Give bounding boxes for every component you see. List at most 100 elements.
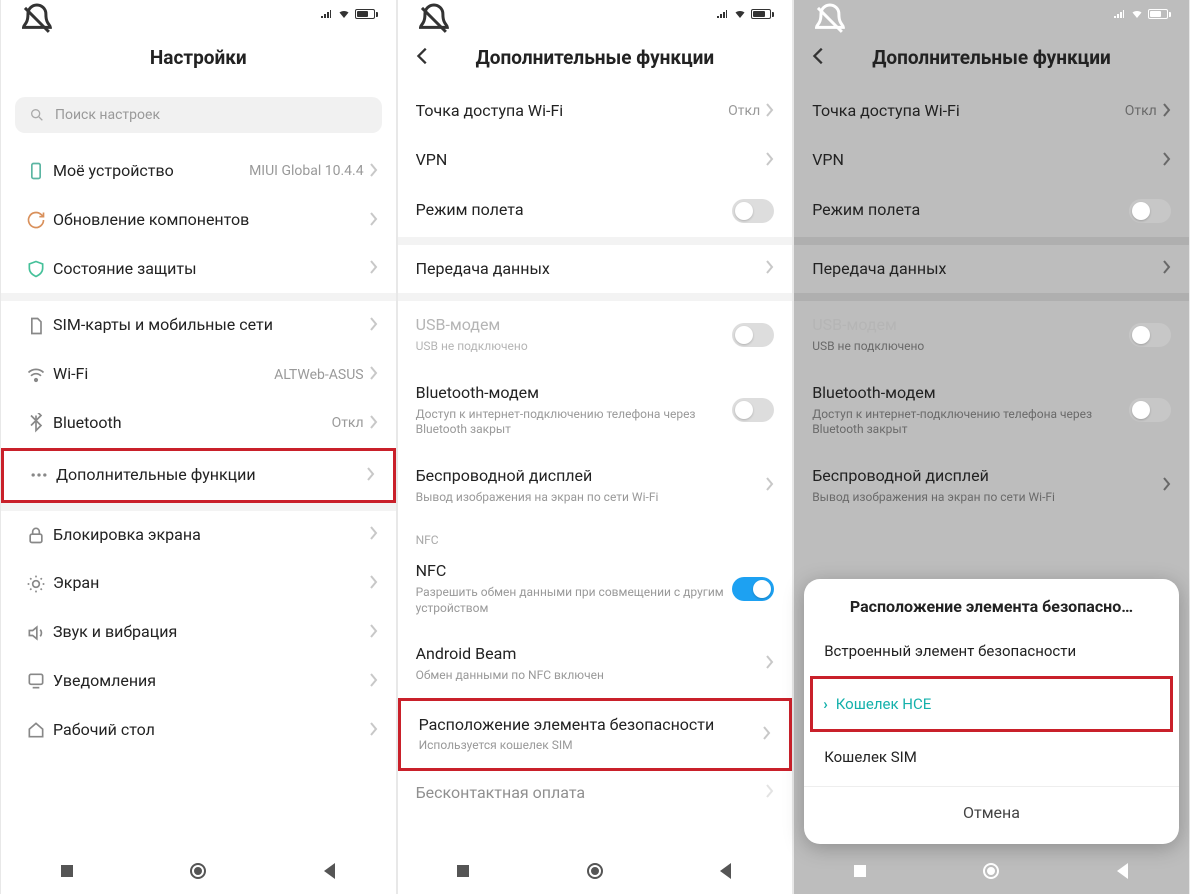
sheet-option[interactable]: Встроенный элемент безопасности bbox=[804, 626, 1179, 676]
chevron-icon bbox=[370, 259, 378, 278]
row-label: Wi-Fi bbox=[53, 364, 274, 385]
row-sub: Обмен данными по NFC включен bbox=[416, 668, 767, 684]
row-label: Передача данных bbox=[812, 259, 1163, 280]
toggle[interactable] bbox=[732, 398, 774, 422]
row-label: Беспроводной дисплей bbox=[812, 466, 1163, 487]
nav-back[interactable] bbox=[1111, 859, 1135, 883]
sheet-cancel[interactable]: Отмена bbox=[804, 786, 1179, 838]
row-label: Bluetooth-модем bbox=[812, 383, 1129, 404]
nav-back[interactable] bbox=[318, 859, 342, 883]
sheet-option[interactable]: Кошелек HCE bbox=[813, 679, 1170, 729]
row-value: Откл bbox=[1125, 103, 1157, 119]
back-button[interactable] bbox=[412, 45, 434, 71]
chevron-icon bbox=[766, 259, 774, 278]
row-shield[interactable]: Состояние защиты bbox=[1, 245, 396, 294]
screen-additional-functions: 16:54 Дополнительные функции Точка досту… bbox=[397, 0, 794, 894]
row-bluetooth[interactable]: Bluetooth Откл bbox=[1, 399, 396, 448]
row-режим-полета[interactable]: Режим полета bbox=[398, 185, 793, 237]
row-notif2[interactable]: Уведомления bbox=[1, 657, 396, 706]
row-sound[interactable]: Звук и вибрация bbox=[1, 608, 396, 657]
row-label: Точка доступа Wi-Fi bbox=[416, 101, 729, 122]
row-update[interactable]: Обновление компонентов bbox=[1, 196, 396, 245]
toggle[interactable] bbox=[732, 323, 774, 347]
battery-icon bbox=[355, 9, 378, 19]
back-button[interactable] bbox=[808, 45, 830, 71]
search-placeholder: Поиск настроек bbox=[55, 107, 160, 123]
chevron-icon bbox=[763, 725, 771, 744]
home-icon bbox=[19, 720, 53, 740]
row-sub: Доступ к интернет-подключению телефона ч… bbox=[416, 407, 733, 438]
toggle[interactable] bbox=[1129, 398, 1171, 422]
row-label: Звук и вибрация bbox=[53, 622, 370, 643]
row-беспроводной-дисплей[interactable]: Беспроводной дисплейВывод изображения на… bbox=[794, 452, 1189, 519]
chevron-icon bbox=[1163, 102, 1171, 121]
nav-back[interactable] bbox=[714, 859, 738, 883]
toggle[interactable] bbox=[732, 577, 774, 601]
row-точка-доступа-wi-fi[interactable]: Точка доступа Wi-Fi Откл bbox=[398, 87, 793, 136]
nav-recent[interactable] bbox=[451, 859, 475, 883]
row-передача-данных[interactable]: Передача данных bbox=[794, 245, 1189, 294]
row-label: Экран bbox=[53, 573, 370, 594]
row-режим-полета[interactable]: Режим полета bbox=[794, 185, 1189, 237]
search-input[interactable]: Поиск настроек bbox=[15, 97, 382, 133]
row-беспроводной-дисплей[interactable]: Беспроводной дисплейВывод изображения на… bbox=[398, 452, 793, 519]
row-vpn[interactable]: VPN bbox=[398, 136, 793, 185]
row-nfc[interactable]: NFCРазрешить обмен данными при совмещени… bbox=[398, 547, 793, 630]
chevron-icon bbox=[766, 654, 774, 673]
row-label: Состояние защиты bbox=[53, 259, 370, 280]
chevron-icon bbox=[370, 211, 378, 230]
row-label: Расположение элемента безопасности bbox=[419, 715, 764, 736]
nav-home[interactable] bbox=[186, 859, 210, 883]
nav-recent[interactable] bbox=[848, 859, 872, 883]
chevron-icon bbox=[370, 623, 378, 642]
status-icons bbox=[1112, 8, 1171, 20]
row-bluetooth-модем[interactable]: Bluetooth-модемДоступ к интернет-подключ… bbox=[794, 369, 1189, 452]
shield-icon bbox=[19, 259, 53, 279]
row-передача-данных[interactable]: Передача данных bbox=[398, 245, 793, 294]
row-label: USB-модем bbox=[812, 315, 1129, 336]
row-label: SIM-карты и мобильные сети bbox=[53, 315, 370, 336]
battery-icon bbox=[1148, 9, 1171, 19]
row-бесконтактная-оплата[interactable]: Бесконтактная оплата bbox=[398, 771, 793, 801]
row-android-beam[interactable]: Android BeamОбмен данными по NFC включен bbox=[398, 630, 793, 697]
nav-home[interactable] bbox=[979, 859, 1003, 883]
sheet-option[interactable]: Кошелек SIM bbox=[804, 732, 1179, 782]
chevron-icon bbox=[1163, 259, 1171, 278]
status-bar: 16:54 bbox=[1, 0, 396, 28]
chevron-icon bbox=[370, 721, 378, 740]
row-usb-модем[interactable]: USB-модемUSB не подключено bbox=[398, 301, 793, 368]
chevron-icon bbox=[370, 365, 378, 384]
row-расположение-элемента-безопасности[interactable]: Расположение элемента безопасностиИсполь… bbox=[398, 698, 793, 771]
chevron-icon bbox=[766, 783, 774, 801]
toggle[interactable] bbox=[1129, 323, 1171, 347]
device-icon bbox=[19, 161, 53, 181]
row-display[interactable]: Экран bbox=[1, 559, 396, 608]
row-label: Bluetooth bbox=[53, 413, 332, 434]
lock-icon bbox=[19, 525, 53, 545]
nav-bar bbox=[1, 848, 396, 894]
row-bluetooth-модем[interactable]: Bluetooth-модемДоступ к интернет-подключ… bbox=[398, 369, 793, 452]
row-more[interactable]: Дополнительные функции bbox=[1, 448, 396, 503]
chevron-icon bbox=[1163, 476, 1171, 495]
row-device[interactable]: Моё устройство MIUI Global 10.4.4 bbox=[1, 147, 396, 196]
row-home[interactable]: Рабочий стол bbox=[1, 706, 396, 755]
row-vpn[interactable]: VPN bbox=[794, 136, 1189, 185]
toggle[interactable] bbox=[732, 199, 774, 223]
section-label-nfc: NFC bbox=[398, 519, 793, 547]
page-title: Дополнительные функции bbox=[476, 46, 715, 69]
nav-bar bbox=[398, 848, 793, 894]
row-label: VPN bbox=[812, 150, 1163, 171]
nav-home[interactable] bbox=[583, 859, 607, 883]
row-usb-модем[interactable]: USB-модемUSB не подключено bbox=[794, 301, 1189, 368]
row-точка-доступа-wi-fi[interactable]: Точка доступа Wi-Fi Откл bbox=[794, 87, 1189, 136]
chevron-icon bbox=[766, 476, 774, 495]
row-lock[interactable]: Блокировка экрана bbox=[1, 511, 396, 560]
toggle[interactable] bbox=[1129, 199, 1171, 223]
nav-recent[interactable] bbox=[55, 859, 79, 883]
row-label: Обновление компонентов bbox=[53, 210, 370, 231]
row-label: Беспроводной дисплей bbox=[416, 466, 767, 487]
status-bar: 16:54 bbox=[398, 0, 793, 28]
row-sim[interactable]: SIM-карты и мобильные сети bbox=[1, 301, 396, 350]
row-label: NFC bbox=[416, 561, 733, 582]
row-wifi[interactable]: Wi-Fi ALTWeb-ASUS bbox=[1, 350, 396, 399]
